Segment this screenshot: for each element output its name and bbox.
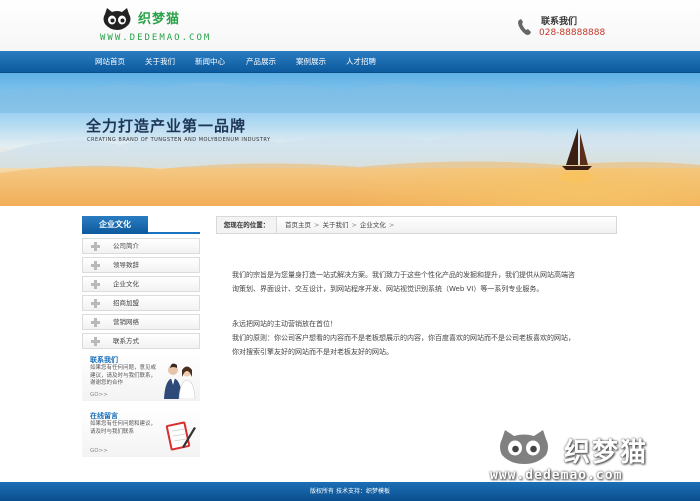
sidebar-title-bar: 企业文化 — [82, 216, 200, 234]
breadcrumb: 您现在的位置： 首页主页 > 关于我们 > 企业文化 > — [216, 216, 617, 234]
header: 织梦猫 WWW.DEDEMAO.COM 联系我们 028-88888888 — [0, 0, 700, 51]
watermark-chinese-name: 织梦猫 — [564, 438, 649, 468]
header-contact: 联系我们 028-88888888 — [515, 14, 625, 44]
sidebar-item-label: 营销网络 — [113, 318, 139, 326]
nav-item-about[interactable]: 关于我们 — [145, 51, 175, 73]
watermark: 织梦猫 www.dedemao.com — [488, 428, 698, 486]
sidebar-item-leader[interactable]: 领导致辞 — [82, 257, 200, 273]
sidebar-item-culture[interactable]: 企业文化 — [82, 276, 200, 292]
sidebar-item-contact[interactable]: 联系方式 — [82, 333, 200, 349]
breadcrumb-items: 首页主页 > 关于我们 > 企业文化 > — [285, 217, 397, 233]
logo-chinese-name: 织梦猫 — [138, 12, 181, 27]
sidebar-message-box: 在线留言 如果您有任何问题和建议，请及时与我们联系 GO>> — [82, 409, 200, 457]
banner-subtitle: CREATING BRAND OF TUNGSTEN AND MOLYBDENU… — [87, 137, 271, 143]
contact-box-go-link[interactable]: GO>> — [90, 392, 108, 398]
logo-url-text: WWW.DEDEMAO.COM — [100, 33, 212, 43]
sidebar-item-label: 公司简介 — [113, 242, 139, 250]
notebook-pen-icon — [165, 421, 196, 451]
sidebar-item-label: 领导致辞 — [113, 261, 139, 269]
plus-icon — [91, 280, 100, 289]
nav-item-cases[interactable]: 案例展示 — [296, 51, 326, 73]
nav-item-products[interactable]: 产品展示 — [246, 51, 276, 73]
cat-watermark-icon — [500, 430, 548, 464]
breadcrumb-label: 您现在的位置： — [217, 217, 277, 233]
message-box-go-link[interactable]: GO>> — [90, 448, 108, 454]
contact-box-title: 联系我们 — [90, 356, 118, 364]
nav-item-news[interactable]: 新闻中心 — [195, 51, 225, 73]
nav-item-home[interactable]: 网站首页 — [95, 51, 125, 73]
sidebar-item-label: 联系方式 — [113, 337, 139, 345]
breadcrumb-separator: > — [351, 221, 357, 229]
nav-item-jobs[interactable]: 人才招聘 — [346, 51, 376, 73]
breadcrumb-link-culture[interactable]: 企业文化 — [360, 221, 386, 229]
hero-banner: 全力打造产业第一品牌 CREATING BRAND OF TUNGSTEN AN… — [0, 73, 700, 206]
breadcrumb-link-about[interactable]: 关于我们 — [322, 221, 348, 229]
content-line: 询策划、界面设计、交互设计，到网站程序开发、网站视觉识别系统（Web VI）等一… — [232, 285, 544, 293]
contact-title: 联系我们 — [541, 17, 578, 27]
content-line: 你对搜索引擎友好的网站而不是对老板友好的网站。 — [232, 348, 393, 356]
sidebar-title: 企业文化 — [82, 216, 148, 234]
banner-title: 全力打造产业第一品牌 — [86, 117, 247, 135]
plus-icon — [91, 337, 100, 346]
content-line: 永远把网站的主动营销放在首位！ — [232, 320, 337, 328]
sidebar-item-label: 企业文化 — [113, 280, 139, 288]
breadcrumb-separator: > — [388, 221, 395, 229]
customer-service-image — [164, 363, 196, 399]
breadcrumb-link-home[interactable]: 首页主页 — [285, 221, 311, 229]
message-box-text: 如果您有任何问题和建议，请及时与我们联系 — [90, 421, 157, 435]
sidebar-item-network[interactable]: 营销网络 — [82, 314, 200, 330]
content-line: 我们的宗旨是为您量身打造一站式解决方案。我们致力于这些个性化产品的发掘和提升，我… — [232, 271, 575, 279]
contact-box-text: 如果您有任何问题，意见或建议，请及时与我们联系，谢谢您的合作 — [90, 365, 157, 386]
plus-icon — [91, 261, 100, 270]
content-paragraph-2: 永远把网站的主动营销放在首位！ 我们的原则：你公司客户想看的内容而不是老板想展示… — [232, 317, 607, 359]
sidebar-contact-box: 联系我们 如果您有任何问题，意见或建议，请及时与我们联系，谢谢您的合作 GO>> — [82, 353, 200, 401]
sidebar-item-intro[interactable]: 公司简介 — [82, 238, 200, 254]
content-line: 我们的原则：你公司客户想看的内容而不是老板想展示的内容，你百度喜欢的网站而不是公… — [232, 334, 575, 342]
sidebar-item-label: 招商加盟 — [113, 299, 139, 307]
plus-icon — [91, 299, 100, 308]
breadcrumb-separator: > — [314, 221, 320, 229]
cat-logo-icon — [103, 8, 131, 30]
plus-icon — [91, 242, 100, 251]
watermark-url: www.dedemao.com — [490, 468, 623, 483]
main-nav: 网站首页 关于我们 新闻中心 产品展示 案例展示 人才招聘 — [0, 51, 700, 73]
site-logo[interactable]: 织梦猫 WWW.DEDEMAO.COM — [100, 6, 210, 46]
message-box-title: 在线留言 — [90, 412, 118, 420]
contact-phone: 028-88888888 — [539, 28, 606, 38]
plus-icon — [91, 318, 100, 327]
sidebar-item-franchise[interactable]: 招商加盟 — [82, 295, 200, 311]
content-paragraph-1: 我们的宗旨是为您量身打造一站式解决方案。我们致力于这些个性化产品的发掘和提升，我… — [232, 268, 607, 296]
phone-icon — [518, 19, 531, 35]
